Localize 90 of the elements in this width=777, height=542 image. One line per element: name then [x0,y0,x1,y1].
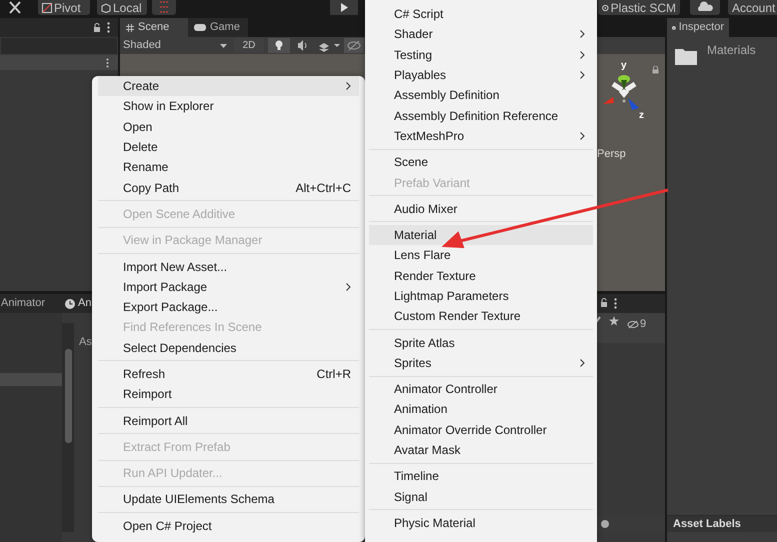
menu-item[interactable]: Select Dependencies [98,338,359,358]
chevron-right-icon [580,358,585,367]
shortcut-label: Alt+Ctrl+C [296,180,351,197]
plastic-scm-button[interactable]: Plastic SCM [598,0,680,15]
info-icon [672,24,676,32]
tools-icon[interactable] [8,1,22,14]
menu-item[interactable]: Export Package... [98,296,359,318]
menu-item[interactable]: Avatar Mask [369,440,593,460]
lock-icon[interactable] [600,298,608,308]
menu-item[interactable]: C# Script [369,4,593,24]
lock-icon[interactable] [93,22,101,32]
menu-item[interactable]: Scene [369,152,593,172]
chevron-right-icon [580,50,585,59]
menu-item[interactable]: Assembly Definition [369,85,593,106]
menu-item[interactable]: Open C# Project [98,516,359,536]
menu-item[interactable]: Create [98,76,359,96]
star-icon[interactable] [609,316,619,326]
projection-label[interactable]: Persp [597,146,626,162]
lightbulb-icon[interactable] [268,38,290,53]
menu-item[interactable]: Shader [369,24,593,45]
menu-item[interactable]: TextMeshPro [369,126,593,146]
menu-item[interactable]: Testing [369,44,593,65]
pivot-button[interactable]: Pivot [38,0,90,15]
chevron-right-icon [580,71,585,80]
asset-labels-bar: Asset Labels [667,515,777,532]
search-field[interactable] [1,38,117,54]
panel-tab[interactable]: Animator [0,294,46,313]
z-axis-label: z [639,109,644,123]
dropdown-arrow-icon [220,44,227,48]
menu-item[interactable]: Rename [98,157,359,178]
hidden-count: 9 [640,317,646,332]
menu-item[interactable]: Animator Controller [369,379,593,400]
menu-item[interactable]: Material [369,224,593,246]
menu-item[interactable]: Render Texture [369,266,593,286]
column-header: As [79,335,92,350]
menu-item[interactable]: Reimport All [98,410,359,431]
hidden-eye-icon[interactable] [344,38,364,53]
folder-icon [675,47,697,65]
asset-name: Materials [707,42,756,59]
menu-item[interactable]: Lightmap Parameters [369,286,593,306]
grid-snap-icon[interactable] [152,0,176,15]
gamepad-icon [194,24,206,31]
clock-icon [65,298,76,308]
chevron-right-icon [580,132,585,140]
play-icon[interactable] [330,0,358,15]
chevron-right-icon [580,30,585,38]
shading-dropdown[interactable]: Shaded [120,38,230,53]
menu-item[interactable]: Sprites [369,352,593,374]
pivot-icon [42,2,52,12]
chevron-right-icon [346,282,351,291]
cube-icon [101,2,111,12]
menu-item[interactable]: Import New Asset... [98,256,359,277]
menu-item[interactable]: Animator Override Controller [369,420,593,440]
menu-item[interactable]: Audio Mixer [369,198,593,219]
more-icon[interactable] [106,58,109,68]
menu-item[interactable]: Custom Render Texture [369,306,593,326]
hidden-eye-icon[interactable] [627,320,639,329]
inspector-tab[interactable]: Inspector [667,18,729,37]
more-icon[interactable] [107,22,110,33]
menu-item[interactable]: Import Package [98,276,359,297]
menu-item[interactable]: Delete [98,136,359,158]
y-axis-label: y [621,59,627,73]
menu-item[interactable]: Show in Explorer [98,96,359,117]
panel-tab[interactable]: An [45,294,92,313]
more-icon[interactable] [614,298,617,309]
slider-handle-icon[interactable] [601,520,609,528]
cloud-icon[interactable] [690,0,720,15]
scene-tab[interactable]: Scene [120,18,188,37]
menu-item[interactable]: Playables [369,64,593,86]
local-button[interactable]: Local [97,0,147,15]
grid-icon [126,24,134,32]
scrollbar[interactable] [62,323,74,532]
menu-item[interactable]: Update UIElements Schema [98,489,359,510]
scrollbar-thumb[interactable] [64,349,72,443]
menu-item[interactable]: Assembly Definition Reference [369,105,593,126]
account-button[interactable]: Account [728,0,777,15]
menu-item[interactable]: Reimport [98,384,359,404]
menu-item[interactable]: Sprite Atlas [369,332,593,353]
menu-item[interactable]: Open [98,116,359,137]
menu-item[interactable]: Refresh Ctrl+R [98,364,359,384]
menu-item[interactable]: Lens Flare [369,245,593,266]
menu-item[interactable]: Copy Path Alt+Ctrl+C [98,177,359,198]
menu-item[interactable]: Timeline [369,466,593,487]
scene-tab[interactable]: Game [188,18,248,37]
shortcut-label: Ctrl+R [316,366,351,383]
menu-item[interactable]: Animation [369,399,593,420]
menu-item[interactable]: Signal [369,486,593,507]
menu-item[interactable]: Physic Material [369,512,593,534]
2d-toggle[interactable]: 2D [234,38,264,53]
chevron-right-icon [346,82,351,90]
